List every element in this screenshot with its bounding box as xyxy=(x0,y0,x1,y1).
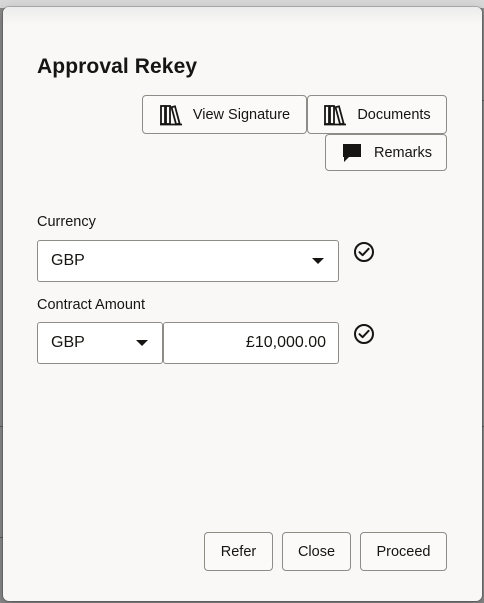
documents-label: Documents xyxy=(357,106,431,123)
approval-rekey-dialog: Approval Rekey View Signature Documents … xyxy=(3,7,482,601)
close-label: Close xyxy=(297,543,336,560)
chevron-down-icon xyxy=(136,340,148,346)
contract-amount-currency-select[interactable]: GBP xyxy=(37,322,163,364)
currency-label: Currency xyxy=(37,214,96,230)
close-button[interactable]: Close xyxy=(282,532,351,571)
dialog-title: Approval Rekey xyxy=(37,55,198,78)
check-circle-icon[interactable] xyxy=(353,241,375,263)
contract-amount-label: Contract Amount xyxy=(37,297,145,313)
currency-select[interactable]: GBP xyxy=(37,240,339,282)
chevron-down-icon xyxy=(312,258,324,264)
refer-button[interactable]: Refer xyxy=(204,532,273,571)
remarks-label: Remarks xyxy=(373,144,432,161)
remarks-button[interactable]: Remarks xyxy=(325,134,447,171)
dialog-header-edge xyxy=(3,7,482,25)
contract-amount-input[interactable]: £10,000.00 xyxy=(163,322,339,364)
view-signature-button[interactable]: View Signature xyxy=(142,95,307,134)
refer-label: Refer xyxy=(220,543,257,560)
check-circle-icon[interactable] xyxy=(353,323,375,345)
books-icon xyxy=(323,104,347,126)
contract-amount-currency-value: GBP xyxy=(51,334,85,351)
currency-value: GBP xyxy=(51,252,85,269)
chat-bubble-icon xyxy=(340,142,364,164)
documents-button[interactable]: Documents xyxy=(307,95,447,134)
contract-amount-value: £10,000.00 xyxy=(245,334,326,351)
proceed-label: Proceed xyxy=(376,543,431,560)
proceed-button[interactable]: Proceed xyxy=(360,532,447,571)
books-icon xyxy=(159,104,183,126)
view-signature-label: View Signature xyxy=(192,106,291,123)
